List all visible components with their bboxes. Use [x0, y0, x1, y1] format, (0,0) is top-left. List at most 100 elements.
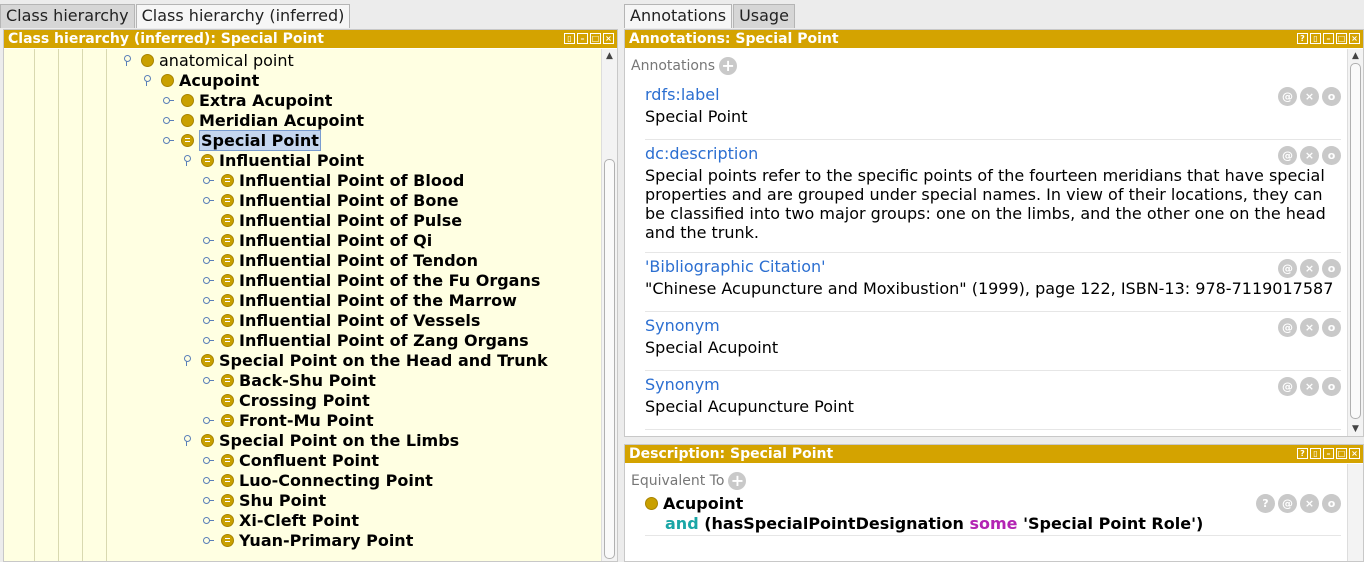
tree-node[interactable]: Influential Point of the Fu Organs [203, 270, 540, 290]
annotate-icon[interactable]: @ [1278, 146, 1297, 165]
tree-node[interactable]: Influential Point of Tendon [203, 250, 478, 270]
add-equivalent-icon[interactable]: + [728, 472, 747, 490]
annotate-icon[interactable]: @ [1278, 87, 1297, 106]
help-icon[interactable]: ? [1297, 448, 1308, 459]
collapsed-handle-icon[interactable] [163, 115, 174, 125]
help-icon[interactable]: ? [1297, 33, 1308, 44]
expanded-handle-icon[interactable] [183, 355, 193, 366]
tree-node[interactable]: Influential Point of the Marrow [203, 290, 517, 310]
annotations-scrollbar[interactable]: ▲ ▼ [1347, 49, 1363, 436]
tree-node[interactable]: Special Point on the Limbs [184, 430, 459, 450]
collapsed-handle-icon[interactable] [203, 375, 214, 385]
tree-node[interactable]: Influential Point of Vessels [203, 310, 480, 330]
tree-node[interactable]: Luo-Connecting Point [203, 470, 433, 490]
maximize-icon[interactable]: □ [590, 33, 601, 44]
minimize-icon[interactable]: – [1323, 33, 1334, 44]
collapsed-handle-icon[interactable] [203, 275, 214, 285]
annotate-icon[interactable]: @ [1278, 259, 1297, 278]
scroll-thumb[interactable] [1350, 63, 1361, 419]
annotate-icon[interactable]: @ [1278, 377, 1297, 396]
tree-node[interactable]: anatomical point [124, 50, 294, 70]
edit-icon[interactable]: o [1322, 146, 1341, 165]
tree-node[interactable]: Acupoint [144, 70, 259, 90]
collapsed-handle-icon[interactable] [203, 235, 214, 245]
collapsed-handle-icon[interactable] [203, 295, 214, 305]
tree-node[interactable]: Confluent Point [203, 450, 379, 470]
annotation-property[interactable]: rdfs:label [645, 85, 1341, 104]
close-icon[interactable]: × [1349, 33, 1360, 44]
annotation-item[interactable]: 'Bibliographic Citation' "Chinese Acupunc… [645, 257, 1341, 312]
collapsed-handle-icon[interactable] [203, 535, 214, 545]
scroll-down-icon[interactable]: ▼ [1348, 422, 1363, 436]
annotate-icon[interactable]: @ [1278, 494, 1297, 513]
tree-node[interactable]: Influential Point [184, 150, 364, 170]
delete-icon[interactable]: × [1300, 494, 1319, 513]
collapsed-handle-icon[interactable] [203, 255, 214, 265]
collapsed-handle-icon[interactable] [203, 195, 214, 205]
delete-icon[interactable]: × [1300, 146, 1319, 165]
edit-icon[interactable]: o [1322, 259, 1341, 278]
annotation-item[interactable]: dc:description Special points refer to th… [645, 144, 1341, 253]
tree-node[interactable]: Front-Mu Point [203, 410, 374, 430]
description-scrollbar[interactable] [1347, 464, 1363, 561]
annotation-property[interactable]: dc:description [645, 144, 1341, 163]
expanded-handle-icon[interactable] [143, 75, 153, 86]
annotation-item[interactable]: Synonym Special Acupuncture Point @ × o [645, 375, 1341, 430]
scroll-up-icon[interactable]: ▲ [602, 49, 617, 63]
tree-node[interactable]: Meridian Acupoint [163, 110, 364, 130]
split-view-icon[interactable]: ▯ [1310, 33, 1321, 44]
tab-annotations[interactable]: Annotations [624, 4, 733, 28]
collapsed-handle-icon[interactable] [203, 335, 214, 345]
tree-node[interactable]: Influential Point of Blood [203, 170, 464, 190]
tree-node[interactable]: Influential Point of Bone [203, 190, 459, 210]
close-icon[interactable]: × [1349, 448, 1360, 459]
tree-node[interactable]: Extra Acupoint [163, 90, 332, 110]
tree-node[interactable]: Influential Point of Zang Organs [203, 330, 529, 350]
collapsed-handle-icon[interactable] [203, 455, 214, 465]
edit-icon[interactable]: o [1322, 494, 1341, 513]
expanded-handle-icon[interactable] [183, 435, 193, 446]
tree-node[interactable]: Shu Point [203, 490, 326, 510]
close-icon[interactable]: × [603, 33, 614, 44]
tree-node[interactable]: Influential Point of Qi [203, 230, 432, 250]
minimize-icon[interactable]: – [1323, 448, 1334, 459]
tree-node[interactable]: Crossing Point [207, 390, 370, 410]
collapsed-handle-icon[interactable] [203, 515, 214, 525]
minimize-icon[interactable]: – [577, 33, 588, 44]
delete-icon[interactable]: × [1300, 87, 1319, 106]
collapsed-handle-icon[interactable] [203, 475, 214, 485]
tree-node[interactable]: Yuan-Primary Point [203, 530, 413, 550]
annotation-property[interactable]: Synonym [645, 316, 1341, 335]
tab-usage[interactable]: Usage [733, 4, 795, 28]
collapsed-handle-icon[interactable] [203, 175, 214, 185]
split-view-icon[interactable]: ▯ [564, 33, 575, 44]
collapsed-handle-icon[interactable] [203, 415, 214, 425]
class-tree[interactable]: anatomical point Acupoint Extra Acupoint Me… [4, 49, 601, 561]
delete-icon[interactable]: × [1300, 377, 1319, 396]
expanded-handle-icon[interactable] [123, 55, 133, 66]
tree-node[interactable]: Xi-Cleft Point [203, 510, 359, 530]
maximize-icon[interactable]: □ [1336, 448, 1347, 459]
tree-node[interactable]: Back-Shu Point [203, 370, 376, 390]
delete-icon[interactable]: × [1300, 318, 1319, 337]
maximize-icon[interactable]: □ [1336, 33, 1347, 44]
tree-scrollbar[interactable]: ▲ [601, 49, 617, 561]
collapsed-handle-icon[interactable] [163, 95, 174, 105]
tree-node[interactable]: Special Point on the Head and Trunk [184, 350, 548, 370]
equivalent-class-expression[interactable]: Acupoint and (hasSpecialPointDesignation… [645, 494, 1341, 536]
annotation-property[interactable]: 'Bibliographic Citation' [645, 257, 1341, 276]
scroll-up-icon[interactable]: ▲ [1348, 49, 1363, 63]
collapsed-handle-icon[interactable] [163, 135, 174, 145]
split-view-icon[interactable]: ▯ [1310, 448, 1321, 459]
annotate-icon[interactable]: @ [1278, 318, 1297, 337]
tab-class-hierarchy[interactable]: Class hierarchy [0, 4, 135, 28]
collapsed-handle-icon[interactable] [203, 315, 214, 325]
tab-class-hierarchy-inferred[interactable]: Class hierarchy (inferred) [135, 4, 351, 28]
explain-icon[interactable]: ? [1256, 494, 1275, 513]
annotation-item[interactable]: Synonym Special Acupoint @ × o [645, 316, 1341, 371]
edit-icon[interactable]: o [1322, 87, 1341, 106]
delete-icon[interactable]: × [1300, 259, 1319, 278]
collapsed-handle-icon[interactable] [203, 495, 214, 505]
annotation-property[interactable]: Synonym [645, 375, 1341, 394]
tree-node[interactable]: Special Point [163, 129, 321, 151]
